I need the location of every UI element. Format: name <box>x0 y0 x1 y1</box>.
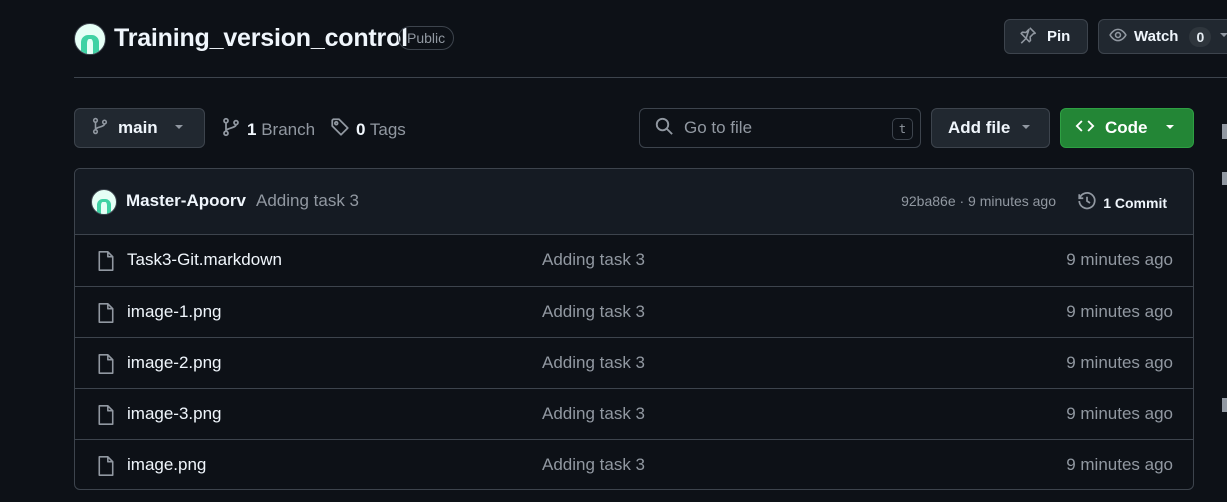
file-commit-time: 9 minutes ago <box>1066 302 1173 321</box>
code-button[interactable]: Code <box>1060 108 1194 148</box>
tag-icon <box>330 117 350 142</box>
code-label: Code <box>1105 118 1148 137</box>
chevron-down-icon <box>1164 118 1176 138</box>
branch-count: 1 <box>247 119 257 139</box>
file-name[interactable]: image-3.png <box>127 404 222 424</box>
add-file-label: Add file <box>948 118 1011 137</box>
commit-author[interactable]: Master-Apoorv <box>126 191 246 211</box>
file-name[interactable]: Task3-Git.markdown <box>127 250 282 270</box>
file-icon <box>96 404 116 431</box>
branches-link[interactable]: 1 Branch <box>221 117 315 142</box>
file-commit-time: 9 minutes ago <box>1066 455 1173 474</box>
tag-count: 0 <box>356 119 366 139</box>
go-to-file-input[interactable]: Go to file t <box>639 108 921 148</box>
sidebar-clipped-edge <box>1222 398 1227 412</box>
file-row[interactable]: image-3.png Adding task 3 9 minutes ago <box>75 388 1193 439</box>
commits-count: 1 Commit <box>1103 194 1167 211</box>
watch-count: 0 <box>1189 26 1212 47</box>
eye-icon <box>1109 26 1127 48</box>
watch-button[interactable]: Watch 0 <box>1098 19 1227 54</box>
sidebar-clipped-edge <box>1222 172 1227 185</box>
file-icon <box>96 455 116 482</box>
branch-selector[interactable]: main <box>74 108 205 148</box>
tag-word: Tags <box>369 119 406 139</box>
tags-link[interactable]: 0 Tags <box>330 117 406 142</box>
repo-owner-avatar[interactable] <box>74 23 106 55</box>
file-row[interactable]: image-2.png Adding task 3 9 minutes ago <box>75 337 1193 388</box>
search-icon <box>654 116 674 141</box>
file-commit-message[interactable]: Adding task 3 <box>542 302 645 322</box>
code-icon <box>1075 116 1095 141</box>
file-icon <box>96 302 116 329</box>
git-branch-icon <box>221 117 241 142</box>
file-name[interactable]: image.png <box>127 455 206 475</box>
repo-title[interactable]: Training_version_control <box>114 24 408 53</box>
file-icon <box>96 353 116 380</box>
file-name[interactable]: image-1.png <box>127 302 222 322</box>
add-file-button[interactable]: Add file <box>931 108 1050 148</box>
chevron-down-icon <box>1020 118 1032 138</box>
go-to-file-placeholder: Go to file <box>684 118 753 137</box>
commit-message[interactable]: Adding task 3 <box>256 191 359 211</box>
history-icon <box>1077 191 1097 214</box>
sidebar-clipped-edge <box>1222 124 1227 139</box>
file-commit-message[interactable]: Adding task 3 <box>542 455 645 475</box>
git-branch-icon <box>91 117 109 140</box>
latest-commit-bar: Master-Apoorv Adding task 3 92ba86e · 9 … <box>75 169 1193 235</box>
pin-button[interactable]: Pin <box>1004 19 1088 54</box>
commit-hash-time[interactable]: 92ba86e · 9 minutes ago <box>901 193 1056 209</box>
file-commit-time: 9 minutes ago <box>1066 250 1173 269</box>
file-row[interactable]: Task3-Git.markdown Adding task 3 9 minut… <box>75 235 1193 286</box>
chevron-down-icon <box>173 118 185 138</box>
file-row[interactable]: image.png Adding task 3 9 minutes ago <box>75 439 1193 489</box>
avatar[interactable] <box>91 189 117 215</box>
chevron-down-icon[interactable] <box>1218 28 1227 45</box>
shortcut-key: t <box>892 118 913 140</box>
file-row[interactable]: image-1.png Adding task 3 9 minutes ago <box>75 286 1193 337</box>
branch-word: Branch <box>261 119 316 139</box>
commits-history-link[interactable]: 1 Commit <box>1077 191 1167 214</box>
file-commit-message[interactable]: Adding task 3 <box>542 353 645 373</box>
file-icon <box>96 250 116 277</box>
pin-icon <box>1019 26 1037 48</box>
header-divider <box>74 77 1227 78</box>
file-listing: Master-Apoorv Adding task 3 92ba86e · 9 … <box>74 168 1194 490</box>
visibility-badge: Public <box>398 26 455 50</box>
file-commit-time: 9 minutes ago <box>1066 353 1173 372</box>
pin-label: Pin <box>1047 28 1071 45</box>
file-name[interactable]: image-2.png <box>127 353 222 373</box>
file-commit-message[interactable]: Adding task 3 <box>542 404 645 424</box>
file-commit-time: 9 minutes ago <box>1066 404 1173 423</box>
file-commit-message[interactable]: Adding task 3 <box>542 250 645 270</box>
watch-label: Watch <box>1134 28 1179 45</box>
branch-name: main <box>118 118 158 137</box>
